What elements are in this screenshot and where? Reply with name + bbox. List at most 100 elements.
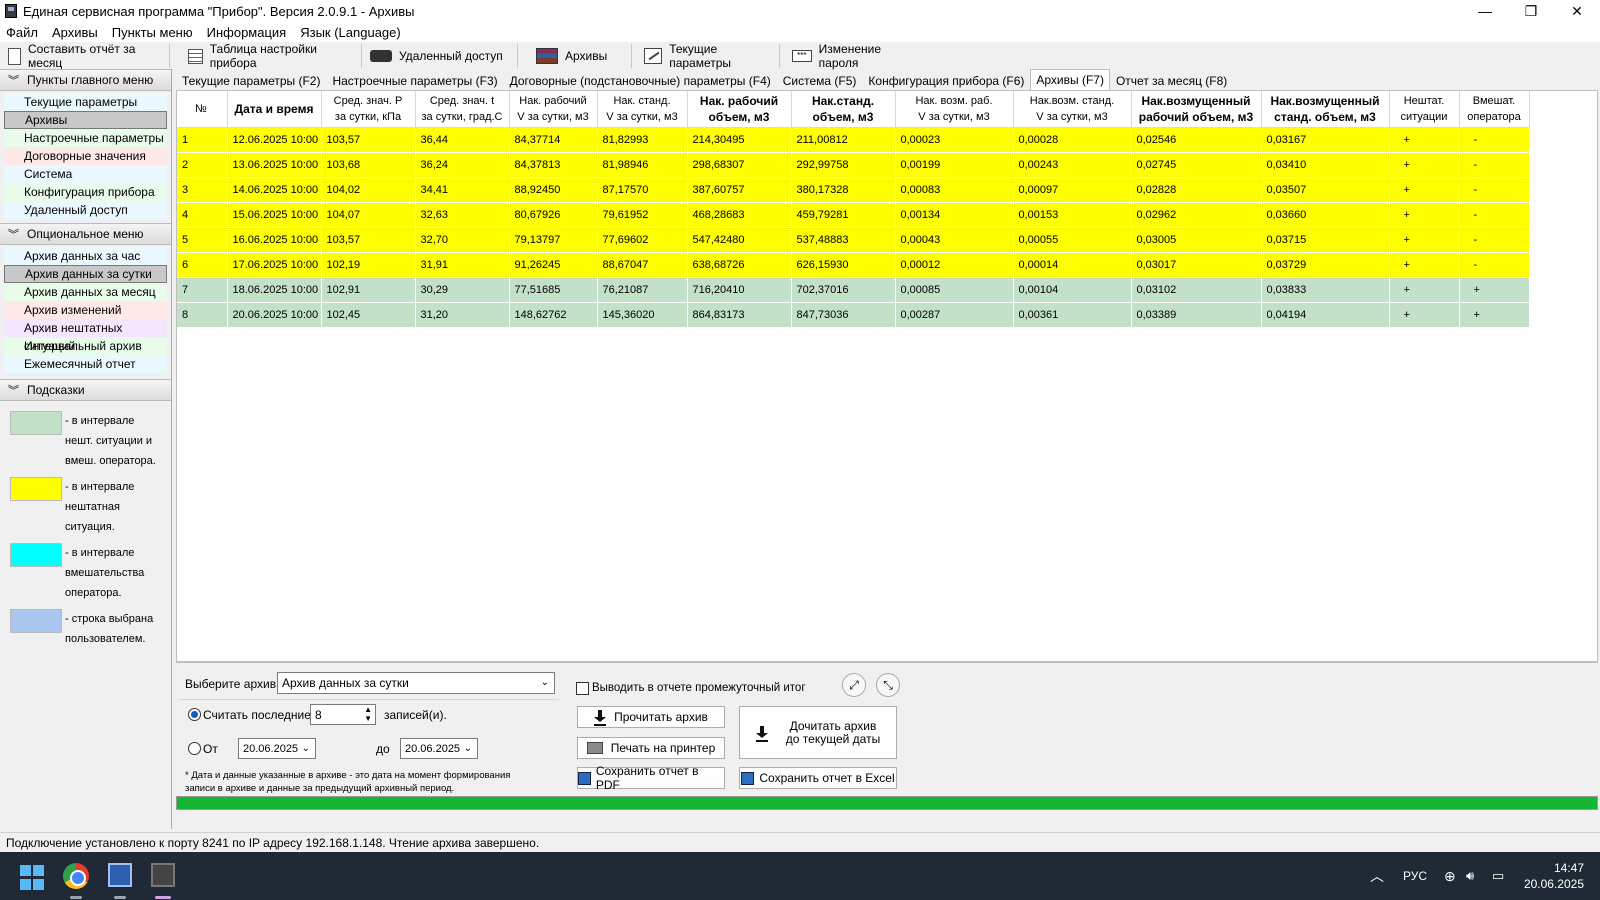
subtotal-checkbox[interactable] [576,682,589,695]
clock[interactable]: 14:47 20.06.2025 [1520,852,1584,900]
input-language[interactable]: РУС [1403,852,1427,900]
tab-item[interactable]: Договорные (подстановочные) параметры (F… [504,71,777,90]
sidebar-item[interactable]: Архивы [4,111,167,129]
minimize-button[interactable]: — [1462,0,1508,22]
column-header[interactable]: Нак.станд. объем, м3 [791,91,896,128]
date-range-radio[interactable] [188,742,201,755]
menu-info[interactable]: Информация [207,25,287,40]
table-cell: 8 [177,302,228,328]
tab-item[interactable]: Система (F5) [777,71,863,90]
tab-item[interactable]: Конфигурация прибора (F6) [862,71,1030,90]
column-header[interactable]: Нештат. ситуации [1389,91,1460,128]
save-pdf-button[interactable]: Сохранить отчет в PDF [577,764,725,792]
menu-language[interactable]: Язык (Language) [300,25,401,40]
column-header[interactable]: Нак.возмущенный станд. объем, м3 [1261,91,1390,128]
tab-item[interactable]: Настроечные параметры (F3) [326,71,503,90]
network-icon[interactable]: ⊕ [1444,852,1456,900]
table-row[interactable]: 2 13.06.2025 10:00 103,68 36,24 84,37813 81,9… [177,152,1530,178]
column-header-line1: Нак.возмущенный [1141,94,1251,108]
sidebar-item[interactable]: Система [4,165,167,183]
table-row[interactable]: 5 16.06.2025 10:00 103,57 32,70 79,13797 77,6… [177,227,1530,253]
column-header[interactable]: Дата и время [227,91,322,128]
main-menu-header[interactable]: ︾ Пункты главного меню [0,69,171,91]
from-date-picker[interactable]: 20.06.2025 ⌄ [238,738,316,759]
settings-table-button[interactable]: Таблица настройки прибора [170,42,362,70]
read-to-current-date-button[interactable]: Дочитать архив до текущей даты [739,706,897,759]
archives-button[interactable]: Архивы [518,44,632,68]
sidebar-opt-item[interactable]: Архив данных за час [4,247,167,265]
column-header[interactable]: Нак. рабочий объем, м3 [687,91,792,128]
sidebar-item[interactable]: Настроечные параметры [4,129,167,147]
current-params-button[interactable]: Текущие параметры [632,42,780,70]
remote-access-button[interactable]: Удаленный доступ [362,44,518,68]
battery-icon[interactable]: ▭ [1492,852,1504,900]
change-password-button[interactable]: *** Изменение пароля [780,42,930,70]
hints-header[interactable]: ︾ Подсказки [0,379,171,401]
column-header[interactable]: № [177,91,228,128]
read-archive-button[interactable]: Прочитать архив [577,706,725,728]
save-excel-label: Сохранить отчет в Excel [759,771,895,785]
floppy-app-icon[interactable] [108,863,132,887]
chrome-icon[interactable] [63,863,89,889]
menu-archives[interactable]: Архивы [52,25,98,40]
sidebar-opt-item[interactable]: Интервальный архив [4,337,167,355]
table-row[interactable]: 1 12.06.2025 10:00 103,57 36,44 84,37714 81,8… [177,127,1530,153]
column-header[interactable]: Нак. рабочий V за сутки, м3 [509,91,598,128]
table-cell: 0,04194 [1261,302,1390,328]
tab-item[interactable]: Текущие параметры (F2) [176,71,326,90]
archives-label: Архивы [565,49,608,63]
close-button[interactable]: ✕ [1554,0,1600,22]
sidebar-opt-item[interactable]: Архив нештатных ситуаций [4,319,167,353]
menu-items[interactable]: Пункты меню [112,25,193,40]
to-date-picker[interactable]: 20.06.2025 ⌄ [400,738,478,759]
start-icon[interactable] [20,865,46,891]
save-excel-button[interactable]: Сохранить отчет в Excel [739,767,897,789]
column-header[interactable]: Нак.возм. станд. V за сутки, м3 [1013,91,1132,128]
sidebar-opt-item[interactable]: Архив изменений [4,301,167,319]
read-last-spinner[interactable]: 8 ▲ ▼ [310,704,376,725]
monthly-report-button[interactable]: Составить отчёт за месяц [0,42,170,70]
floppy-icon [741,771,755,785]
sidebar-opt-item[interactable]: Архив данных за сутки [4,265,167,283]
archive-select[interactable]: Архив данных за сутки ⌄ [277,672,555,694]
table-cell: 31,20 [415,302,510,328]
tab-item[interactable]: Отчет за месяц (F8) [1110,71,1233,90]
volume-icon[interactable]: 🔊︎ [1466,852,1474,900]
column-header[interactable]: Вмешат. оператора [1459,91,1530,128]
taskbar: ︿ РУС ⊕ 🔊︎ ▭ 14:47 20.06.2025 [0,852,1600,900]
print-button[interactable]: Печать на принтер [577,737,725,759]
spinner-arrows-icon[interactable]: ▲ ▼ [364,705,372,723]
table-row[interactable]: 3 14.06.2025 10:00 104,02 34,41 88,92450 87,1… [177,177,1530,203]
clock-time: 14:47 [1553,861,1584,875]
read-last-radio[interactable] [188,708,201,721]
floppy-icon [578,771,591,785]
expand-icon[interactable]: ⤢ [842,673,866,697]
collapse-icon[interactable]: ⤡ [876,673,900,697]
sidebar-item[interactable]: Конфигурация прибора [4,183,167,201]
column-header[interactable]: Нак. станд. V за сутки, м3 [597,91,688,128]
sidebar-item[interactable]: Удаленный доступ [4,201,167,219]
table-row[interactable]: 4 15.06.2025 10:00 104,07 32,63 80,67926 79,6… [177,202,1530,228]
tab-item[interactable]: Архивы (F7) [1030,69,1110,90]
pribor-app-icon[interactable] [151,863,175,887]
chrome-running-indicator [70,896,82,899]
sidebar-opt-item[interactable]: Архив данных за месяц [4,283,167,301]
menu-file[interactable]: Файл [6,25,38,40]
optional-menu-header[interactable]: ︾ Опциональное меню [0,223,171,245]
column-header[interactable]: Сред. знач. P за сутки, кПа [321,91,416,128]
table-cell: 0,00023 [895,127,1014,153]
maximize-button[interactable]: ❐ [1508,0,1554,22]
column-header[interactable]: Нак.возмущенный рабочий объем, м3 [1131,91,1262,128]
table-cell: 0,03833 [1261,277,1390,303]
table-cell: 3 [177,177,228,203]
column-header[interactable]: Нак. возм. раб. V за сутки, м3 [895,91,1014,128]
sidebar-opt-item[interactable]: Ежемесячный отчет [4,355,167,373]
sidebar-item[interactable]: Текущие параметры [4,93,167,111]
column-header[interactable]: Сред. знач. t за сутки, град.С [415,91,510,128]
table-row[interactable]: 7 18.06.2025 10:00 102,91 30,29 77,51685 76,2… [177,277,1530,303]
table-row[interactable]: 8 20.06.2025 10:00 102,45 31,20 148,62762 145… [177,302,1530,328]
table-row[interactable]: 6 17.06.2025 10:00 102,19 31,91 91,26245 88,6… [177,252,1530,278]
sidebar-item[interactable]: Договорные значения [4,147,167,165]
tray-chevron-up-icon[interactable]: ︿ [1370,852,1384,900]
table-cell: + [1389,152,1460,178]
